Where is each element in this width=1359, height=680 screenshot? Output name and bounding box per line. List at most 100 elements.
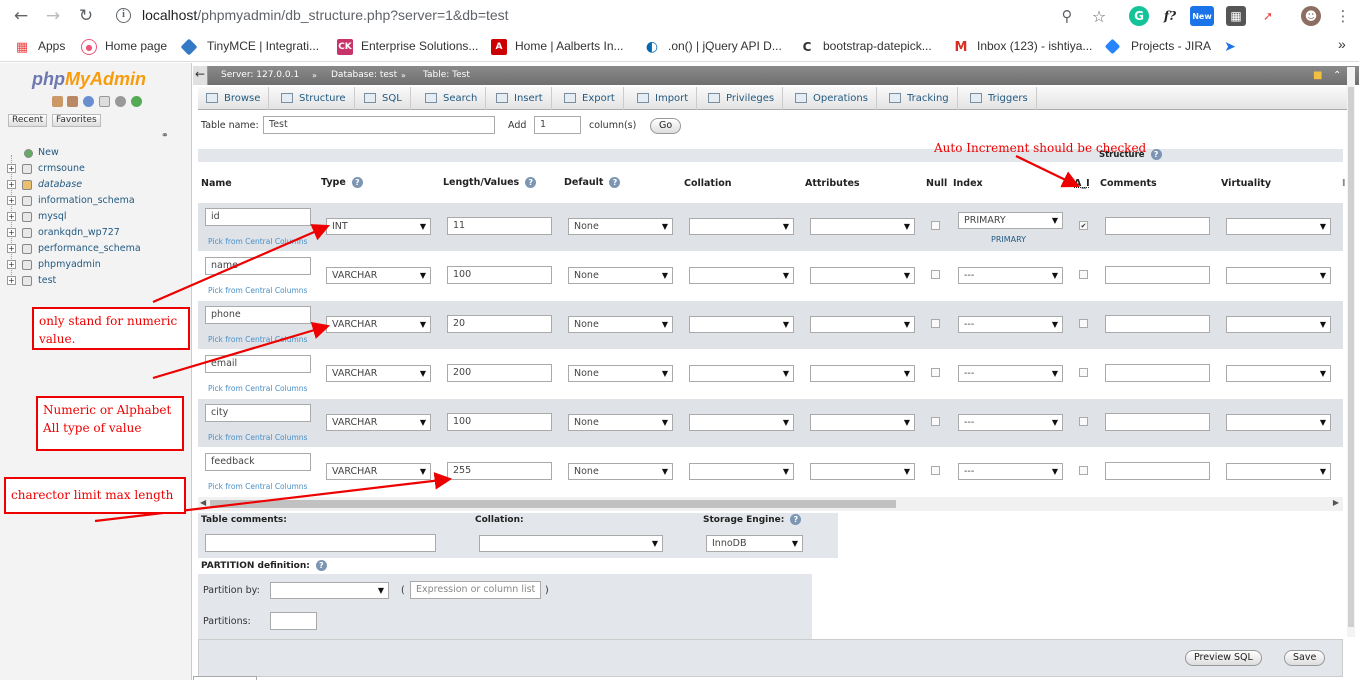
tab-import[interactable]: Import: [629, 87, 698, 110]
tree-item-information-schema[interactable]: information_schema: [38, 195, 135, 206]
tree-item-performance-schema[interactable]: performance_schema: [38, 243, 141, 254]
ai-checkbox[interactable]: [1079, 270, 1088, 279]
virtuality-select[interactable]: [1226, 414, 1331, 431]
index-select[interactable]: ---: [958, 316, 1063, 333]
table-collation-select[interactable]: [479, 535, 663, 552]
type-select[interactable]: VARCHAR: [326, 414, 431, 431]
bookmark-jquery[interactable]: .on() | jQuery API D...: [668, 39, 782, 53]
virtuality-select[interactable]: [1226, 267, 1331, 284]
storage-engine-select[interactable]: InnoDB: [706, 535, 803, 552]
tree-item-database[interactable]: database: [38, 179, 82, 190]
help-icon[interactable]: ?: [790, 514, 802, 525]
comments-input[interactable]: [1105, 315, 1210, 333]
forward-arrow-icon[interactable]: →: [42, 5, 64, 27]
default-select[interactable]: None: [568, 414, 673, 431]
bookmark-bootstrap[interactable]: bootstrap-datepick...: [823, 39, 932, 53]
favorites-tab[interactable]: Favorites: [52, 114, 101, 127]
tab-sql[interactable]: SQL: [356, 87, 411, 110]
type-select[interactable]: VARCHAR: [326, 365, 431, 382]
profile-avatar[interactable]: ☻: [1301, 6, 1321, 26]
bookmark-aalberts[interactable]: Home | Aalberts In...: [515, 39, 624, 53]
breadcrumb-table[interactable]: Table: Test: [423, 66, 470, 85]
star-icon[interactable]: ☆: [1088, 5, 1110, 27]
expand-icon[interactable]: +: [7, 164, 16, 173]
column-name-input[interactable]: feedback: [205, 453, 311, 471]
type-select[interactable]: VARCHAR: [326, 463, 431, 480]
reload-icon[interactable]: ↻: [75, 5, 97, 27]
comments-input[interactable]: [1105, 462, 1210, 480]
comments-input[interactable]: [1105, 217, 1210, 235]
tree-item-crmsoune[interactable]: crmsoune: [38, 163, 85, 174]
ai-checkbox[interactable]: [1079, 319, 1088, 328]
tab-browse[interactable]: Browse: [198, 87, 270, 110]
null-checkbox[interactable]: [931, 417, 940, 426]
expand-icon[interactable]: +: [7, 196, 16, 205]
save-button[interactable]: Save: [1284, 650, 1326, 666]
ai-checkbox[interactable]: [1079, 466, 1088, 475]
address-bar[interactable]: localhost/phpmyadmin/db_structure.php?se…: [142, 7, 509, 23]
pick-central-columns-link[interactable]: Pick from Central Columns: [208, 384, 307, 393]
help-icon[interactable]: ?: [525, 177, 537, 188]
tab-structure[interactable]: Structure: [273, 87, 355, 110]
screenshot-icon[interactable]: ▦: [1226, 6, 1246, 26]
tree-item-test[interactable]: test: [38, 275, 56, 286]
collapse-top-icon[interactable]: ⌃: [1333, 66, 1341, 85]
tree-item-new[interactable]: New: [38, 147, 59, 158]
null-checkbox[interactable]: [931, 466, 940, 475]
default-select[interactable]: None: [568, 218, 673, 235]
comments-input[interactable]: [1105, 413, 1210, 431]
ai-checkbox[interactable]: ✔: [1079, 221, 1088, 230]
bookmark-apps[interactable]: Apps: [38, 39, 65, 53]
attributes-select[interactable]: [810, 218, 915, 235]
tab-operations[interactable]: Operations: [787, 87, 877, 110]
pick-central-columns-link[interactable]: Pick from Central Columns: [208, 433, 307, 442]
index-select[interactable]: ---: [958, 365, 1063, 382]
expand-icon[interactable]: +: [7, 260, 16, 269]
pick-central-columns-link[interactable]: Pick from Central Columns: [208, 335, 307, 344]
collation-select[interactable]: [689, 365, 794, 382]
vertical-scrollbar[interactable]: [1347, 67, 1355, 637]
table-comments-input[interactable]: [205, 534, 436, 552]
expand-icon[interactable]: +: [7, 276, 16, 285]
virtuality-select[interactable]: [1226, 218, 1331, 235]
attributes-select[interactable]: [810, 365, 915, 382]
length-input[interactable]: 255: [447, 462, 552, 480]
link-chain-icon[interactable]: ⚭: [161, 131, 169, 141]
index-select[interactable]: ---: [958, 414, 1063, 431]
table-name-input[interactable]: Test: [263, 116, 495, 134]
partitions-input[interactable]: [270, 612, 317, 630]
help-icon[interactable]: [83, 96, 94, 107]
menu-kebab-icon[interactable]: ⋮: [1332, 5, 1354, 27]
default-select[interactable]: None: [568, 316, 673, 333]
tree-item-orankqdn[interactable]: orankqdn_wp727: [38, 227, 120, 238]
analytics-icon[interactable]: ➚: [1258, 6, 1278, 26]
comments-input[interactable]: [1105, 266, 1210, 284]
default-select[interactable]: None: [568, 267, 673, 284]
column-name-input[interactable]: id: [205, 208, 311, 226]
expand-icon[interactable]: +: [7, 180, 16, 189]
scroll-left-icon[interactable]: ◀: [200, 498, 206, 507]
bookmark-jira[interactable]: Projects - JIRA: [1131, 39, 1211, 53]
null-checkbox[interactable]: [931, 368, 940, 377]
expand-icon[interactable]: +: [7, 212, 16, 221]
docs-icon[interactable]: [99, 96, 110, 107]
null-checkbox[interactable]: [931, 319, 940, 328]
type-select[interactable]: VARCHAR: [326, 267, 431, 284]
expand-icon[interactable]: +: [7, 244, 16, 253]
info-icon[interactable]: i: [116, 8, 131, 23]
index-select[interactable]: ---: [958, 463, 1063, 480]
type-select[interactable]: VARCHAR: [326, 316, 431, 333]
index-select[interactable]: PRIMARY: [958, 212, 1063, 229]
vertical-scroll-thumb[interactable]: [1348, 87, 1354, 627]
bookmark-tinymce[interactable]: TinyMCE | Integrati...: [207, 39, 319, 53]
collation-select[interactable]: [689, 218, 794, 235]
tab-export[interactable]: Export: [556, 87, 624, 110]
collation-select[interactable]: [689, 316, 794, 333]
length-input[interactable]: 11: [447, 217, 552, 235]
collation-select[interactable]: [689, 414, 794, 431]
tab-tracking[interactable]: Tracking: [881, 87, 958, 110]
partition-expression-input[interactable]: Expression or column list: [410, 581, 541, 599]
pick-central-columns-link[interactable]: Pick from Central Columns: [208, 286, 307, 295]
tab-search[interactable]: Search: [417, 87, 487, 110]
index-select[interactable]: ---: [958, 267, 1063, 284]
